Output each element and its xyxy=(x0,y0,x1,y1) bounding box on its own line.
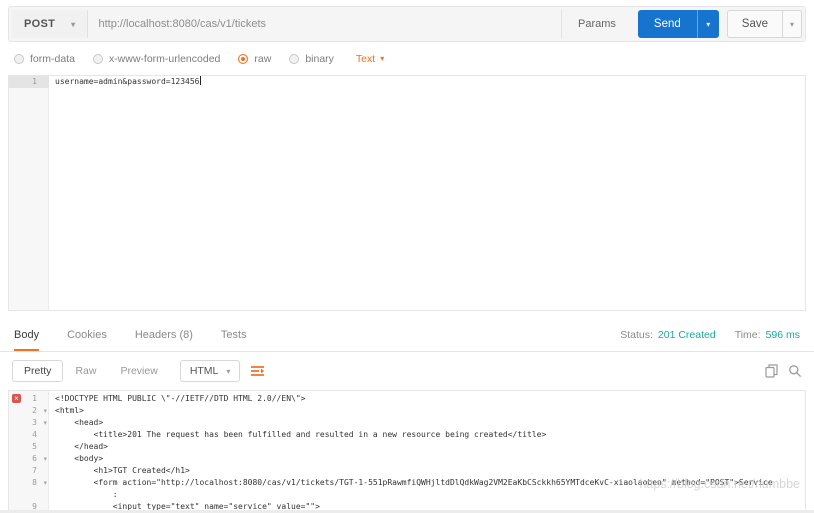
send-button-group: Send ▾ xyxy=(637,10,719,38)
response-code-line: 5 </head> xyxy=(9,441,805,453)
search-icon[interactable] xyxy=(788,364,802,378)
request-url-bar: POST ▾ Params Send ▾ Save ▾ xyxy=(8,6,806,42)
line-number: × 1 xyxy=(9,393,49,405)
raw-type-label: Text xyxy=(355,52,376,65)
radio-form-data[interactable]: form-data xyxy=(14,53,75,65)
params-button[interactable]: Params xyxy=(561,10,632,38)
save-button-group: Save ▾ xyxy=(726,10,802,38)
beautify-icon[interactable] xyxy=(250,365,265,377)
response-code-line: 4 <title>201 The request has been fulfil… xyxy=(9,429,805,441)
response-tabs: Body Cookies Headers (8) Tests xyxy=(14,319,247,351)
response-code-line: 6 ▾ <body> xyxy=(9,453,805,465)
view-mode-segment: Pretty Raw Preview xyxy=(12,360,170,382)
line-number: 2 ▾ xyxy=(9,405,49,417)
error-icon: × xyxy=(12,394,21,403)
response-code-line: × 1 <!DOCTYPE HTML PUBLIC \"-//IETF//DTD… xyxy=(9,393,805,405)
tab-tests[interactable]: Tests xyxy=(221,319,247,351)
request-code-line: 1 username=admin&password=123456 xyxy=(9,76,805,88)
response-code-line: 7 <h1>TGT Created</h1> xyxy=(9,465,805,477)
status-label: Status: xyxy=(620,329,653,341)
tab-body[interactable]: Body xyxy=(14,319,39,351)
fold-arrow-icon[interactable]: ▾ xyxy=(43,478,47,490)
radio-label: form-data xyxy=(30,52,75,65)
method-label: POST xyxy=(24,18,56,30)
chevron-down-icon: ▾ xyxy=(706,19,711,29)
code-text: <form action="http://localhost:8080/cas/… xyxy=(93,478,773,499)
line-number: 7 xyxy=(32,466,37,475)
text-cursor xyxy=(199,76,201,85)
response-body-editor[interactable]: × 1 <!DOCTYPE HTML PUBLIC \"-//IETF//DTD… xyxy=(8,390,806,513)
chevron-down-icon: ▾ xyxy=(789,19,794,29)
response-code-line: 3 ▾ <head> xyxy=(9,417,805,429)
radio-label: binary xyxy=(305,52,334,65)
time-value: 596 ms xyxy=(765,329,800,341)
tab-headers[interactable]: Headers (8) xyxy=(135,319,193,351)
response-code-line: 8 ▾ <form action="http://localhost:8080/… xyxy=(9,477,805,501)
language-select[interactable]: HTML ▾ xyxy=(179,360,241,382)
response-header: Body Cookies Headers (8) Tests Status: 2… xyxy=(0,319,814,352)
save-options-button[interactable]: ▾ xyxy=(782,10,802,38)
chevron-down-icon: ▾ xyxy=(226,366,231,376)
view-pretty-button[interactable]: Pretty xyxy=(12,360,64,382)
chevron-down-icon: ▾ xyxy=(380,54,385,63)
radio-x-www-form-urlencoded[interactable]: x-www-form-urlencoded xyxy=(92,52,221,65)
tab-cookies[interactable]: Cookies xyxy=(67,319,107,351)
raw-type-select[interactable]: Text ▾ xyxy=(356,53,384,65)
method-select[interactable]: POST ▾ xyxy=(12,10,89,38)
code-text: <!DOCTYPE HTML PUBLIC \"-//IETF//DTD HTM… xyxy=(55,394,306,403)
line-number: 4 xyxy=(32,430,37,439)
send-button[interactable]: Send xyxy=(637,10,697,38)
save-button[interactable]: Save xyxy=(726,10,782,38)
code-text: <html> xyxy=(55,406,84,415)
request-body-code: username=admin&password=123456 xyxy=(55,76,201,86)
view-raw-button[interactable]: Raw xyxy=(63,360,108,382)
radio-binary[interactable]: binary xyxy=(289,53,334,65)
radio-label: x-www-form-urlencoded xyxy=(108,52,221,65)
time-label: Time: xyxy=(734,329,761,341)
response-meta: Status: 201 Created Time: 596 ms xyxy=(620,319,800,351)
copy-icon[interactable] xyxy=(765,364,778,378)
radio-icon xyxy=(289,53,300,64)
radio-selected-icon xyxy=(238,53,249,64)
code-text: </head> xyxy=(55,442,108,451)
code-text: <title>201 The request has been fulfille… xyxy=(55,430,547,439)
body-type-selector: form-data x-www-form-urlencoded raw bina… xyxy=(0,42,814,75)
line-number: 5 xyxy=(32,442,37,451)
code-text: <h1>TGT Created</h1> xyxy=(55,466,190,475)
postman-request-page: POST ▾ Params Send ▾ Save ▾ form-data x-… xyxy=(0,0,814,513)
line-number: 6 ▾ xyxy=(9,453,49,465)
status-value: 201 Created xyxy=(657,329,716,341)
send-options-button[interactable]: ▾ xyxy=(696,10,719,38)
code-text: <body> xyxy=(55,454,104,463)
view-preview-button[interactable]: Preview xyxy=(108,360,169,382)
code-text: <head> xyxy=(55,418,104,427)
line-number: 1 xyxy=(9,76,49,88)
radio-raw[interactable]: raw xyxy=(238,53,271,65)
chevron-down-icon: ▾ xyxy=(71,19,76,29)
line-number: 3 ▾ xyxy=(9,417,49,429)
language-label: HTML xyxy=(189,365,219,377)
response-toolbar: Pretty Raw Preview HTML ▾ xyxy=(0,352,814,390)
radio-icon xyxy=(92,53,103,64)
request-body-editor[interactable]: 1 username=admin&password=123456 xyxy=(8,75,806,311)
radio-icon xyxy=(14,53,24,64)
url-input[interactable] xyxy=(88,10,562,38)
radio-label: raw xyxy=(254,52,272,65)
response-code-line: 2 ▾ <html> xyxy=(9,405,805,417)
editor-gutter xyxy=(9,76,49,310)
line-number: 8 ▾ xyxy=(9,477,49,501)
